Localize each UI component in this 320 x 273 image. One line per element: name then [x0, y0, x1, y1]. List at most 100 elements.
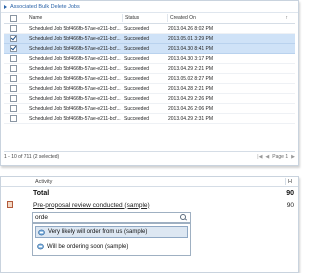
job-created-value: 2013.05.01 3:29 PM	[168, 35, 214, 42]
row-checkbox[interactable]	[9, 25, 17, 32]
job-status-cell: Succeeded	[124, 35, 150, 42]
job-created-cell: 2013.05.02 8:27 PM	[166, 76, 290, 82]
section-title: Associated Bulk Delete Jobs	[10, 3, 80, 10]
record-count: 1 - 10 of 711 (2 selected)	[4, 154, 60, 160]
table-row[interactable]: Scheduled Job 5bf466fb-57ae-e211-bcf... S…	[4, 34, 295, 44]
row-checkbox[interactable]	[9, 65, 17, 72]
bulk-delete-jobs-panel: Associated Bulk Delete Jobs Name Status …	[0, 0, 299, 166]
select-all-checkbox[interactable]	[9, 14, 17, 22]
row-checkbox[interactable]	[9, 115, 17, 122]
column-divider	[285, 178, 286, 185]
job-created-cell: 2013.04.26 8:02 PM	[166, 26, 290, 32]
activity-value: 90	[286, 201, 294, 209]
sort-ascending-icon: ↑	[285, 15, 289, 21]
job-created-cell: 2013.04.28 2:21 PM	[166, 86, 290, 92]
lookup-input[interactable]: orde	[32, 212, 191, 223]
job-status-cell: Succeeded	[124, 55, 150, 62]
suggestion-item[interactable]: Very likely will order from us (sample)	[35, 226, 188, 238]
grid-footer: 1 - 10 of 711 (2 selected) |◀ ◀ Page 1 ▶	[4, 151, 295, 162]
row-checkbox[interactable]	[9, 45, 17, 52]
suggestion-label: Will be ordering soon (sample)	[47, 244, 129, 250]
autocomplete-list: Very likely will order from us (sample) …	[32, 223, 191, 256]
column-header-status[interactable]: Status	[123, 15, 167, 21]
row-checkbox[interactable]	[9, 55, 17, 62]
next-page-icon[interactable]: ▶	[291, 154, 295, 160]
total-value: 90	[286, 189, 294, 197]
total-row: Total 90	[1, 187, 298, 199]
lookup-input-value: orde	[35, 214, 49, 221]
page-label: Page 1	[272, 154, 289, 160]
suggestion-item[interactable]: Will be ordering soon (sample)	[35, 241, 188, 253]
activity-panel: Activity H Total 90 Pre-proposal review …	[0, 176, 299, 273]
activity-link[interactable]: Pre-proposal review conducted (sample)	[33, 202, 150, 209]
job-name-cell[interactable]: Scheduled Job 5bf466fb-57ae-e211-bcf...	[22, 76, 122, 82]
job-created-value: 2013.04.29 2:31 PM	[168, 115, 214, 122]
job-created-value: 2013.04.30 3:17 PM	[168, 55, 214, 62]
option-set-icon	[37, 243, 44, 250]
job-created-value: 2013.04.29 2:21 PM	[168, 65, 214, 72]
job-created-value: 2013.04.29 2:26 PM	[168, 95, 214, 102]
row-checkbox[interactable]	[9, 75, 17, 82]
job-status-cell: Succeeded	[124, 45, 150, 52]
job-name-cell[interactable]: Scheduled Job 5bf466fb-57ae-e211-bcf...	[22, 86, 122, 92]
job-name-cell[interactable]: Scheduled Job 5bf466fb-57ae-e211-bcf...	[22, 116, 122, 122]
job-created-cell: 2013.04.30 8:41 PM	[166, 46, 290, 52]
job-created-value: 2013.04.26 8:02 PM	[168, 25, 214, 32]
table-row[interactable]: Scheduled Job 5bf466fb-57ae-e211-bcf... S…	[4, 54, 295, 64]
row-checkbox[interactable]	[9, 85, 17, 92]
job-created-cell: 2013.04.26 2:06 PM	[166, 106, 290, 112]
activity-record-icon	[7, 201, 13, 208]
row-checkbox[interactable]	[9, 105, 17, 112]
table-row[interactable]: Scheduled Job 5bf466fb-57ae-e211-bcf... S…	[4, 64, 295, 74]
job-status-cell: Succeeded	[124, 115, 150, 122]
row-checkbox[interactable]	[9, 95, 17, 102]
table-row[interactable]: Scheduled Job 5bf466fb-57ae-e211-bcf... S…	[4, 44, 295, 54]
job-status-cell: Succeeded	[124, 75, 150, 82]
column-header-activity[interactable]: Activity	[35, 179, 52, 185]
search-icon[interactable]	[180, 214, 186, 220]
job-name-cell[interactable]: Scheduled Job 5bf466fb-57ae-e211-bcf...	[22, 46, 122, 52]
grid-header: Name Status Created On ↑	[4, 13, 295, 24]
table-row[interactable]: Scheduled Job 5bf466fb-57ae-e211-bcf... S…	[4, 104, 295, 114]
table-row[interactable]: Scheduled Job 5bf466fb-57ae-e211-bcf... S…	[4, 114, 295, 124]
expand-arrow-icon[interactable]	[4, 4, 7, 9]
previous-page-icon[interactable]: ◀	[265, 154, 269, 160]
table-row[interactable]: Scheduled Job 5bf466fb-57ae-e211-bcf... S…	[4, 84, 295, 94]
job-name-cell[interactable]: Scheduled Job 5bf466fb-57ae-e211-bcf...	[22, 66, 122, 72]
job-status-cell: Succeeded	[124, 85, 150, 92]
suggestion-label: Very likely will order from us (sample)	[48, 229, 148, 235]
first-page-icon[interactable]: |◀	[257, 154, 262, 160]
pager: |◀ ◀ Page 1 ▶	[257, 154, 295, 160]
activity-row[interactable]: Pre-proposal review conducted (sample) 9…	[1, 199, 298, 211]
job-name-cell[interactable]: Scheduled Job 5bf466fb-57ae-e211-bcf...	[22, 26, 122, 32]
table-row[interactable]: Scheduled Job 5bf466fb-57ae-e211-bcf... S…	[4, 94, 295, 104]
total-label: Total	[33, 189, 50, 197]
job-name-cell[interactable]: Scheduled Job 5bf466fb-57ae-e211-bcf...	[22, 106, 122, 112]
column-header-h[interactable]: H	[288, 179, 292, 185]
job-status-cell: Succeeded	[124, 105, 150, 112]
job-created-value: 2013.04.26 2:06 PM	[168, 105, 214, 112]
job-created-value: 2013.04.28 2:21 PM	[168, 85, 214, 92]
table-row[interactable]: Scheduled Job 5bf466fb-57ae-e211-bcf... S…	[4, 74, 295, 84]
job-created-value: 2013.05.02 8:27 PM	[168, 75, 214, 82]
row-checkbox[interactable]	[9, 35, 17, 42]
job-status-cell: Succeeded	[124, 95, 150, 102]
column-header-created-on[interactable]: Created On ↑	[168, 15, 292, 21]
jobs-grid: Name Status Created On ↑ Scheduled Job 5…	[4, 13, 295, 124]
job-status-cell: Succeeded	[124, 25, 150, 32]
job-created-cell: 2013.04.29 2:26 PM	[166, 96, 290, 102]
section-header[interactable]: Associated Bulk Delete Jobs	[1, 1, 298, 13]
job-created-cell: 2013.04.29 2:31 PM	[166, 116, 290, 122]
option-set-icon	[38, 229, 45, 236]
column-header-created-on-label: Created On	[170, 15, 196, 21]
job-created-value: 2013.04.30 8:41 PM	[168, 45, 214, 52]
job-created-cell: 2013.04.29 2:21 PM	[166, 66, 290, 72]
job-name-cell[interactable]: Scheduled Job 5bf466fb-57ae-e211-bcf...	[22, 96, 122, 102]
job-name-cell[interactable]: Scheduled Job 5bf466fb-57ae-e211-bcf...	[22, 36, 122, 42]
job-name-cell[interactable]: Scheduled Job 5bf466fb-57ae-e211-bcf...	[22, 56, 122, 62]
activity-grid-header: Activity H	[1, 177, 298, 187]
table-row[interactable]: Scheduled Job 5bf466fb-57ae-e211-bcf... S…	[4, 24, 295, 34]
column-header-name[interactable]: Name	[22, 15, 122, 21]
job-created-cell: 2013.05.01 3:29 PM	[166, 36, 290, 42]
job-created-cell: 2013.04.30 3:17 PM	[166, 56, 290, 62]
